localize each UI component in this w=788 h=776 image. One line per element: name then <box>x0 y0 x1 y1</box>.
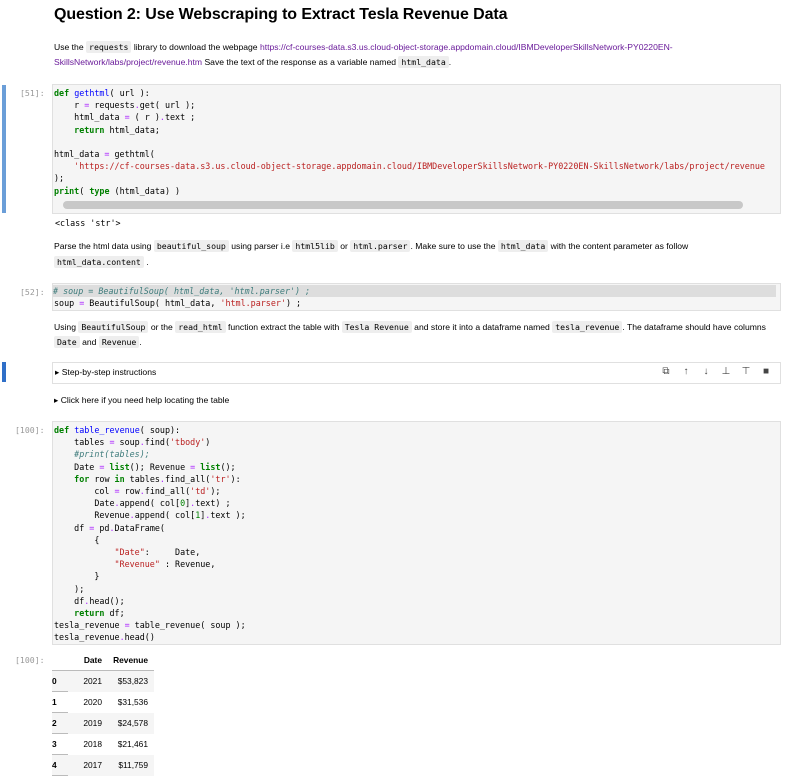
inline-code: html_data <box>398 56 449 68</box>
markdown-instructions-1: Use the requests library to download the… <box>54 41 673 68</box>
selected-cell-indicator <box>2 362 6 382</box>
code-editor[interactable]: def table_revenue( soup): tables = soup.… <box>54 424 246 644</box>
cell-prompt: [51]: <box>20 88 45 98</box>
table-row: 0 2021 $53,823 <box>52 670 154 692</box>
cell-prompt: [100]: <box>15 655 45 665</box>
code-editor[interactable]: def gethtml( url ): r = requests.get( ur… <box>54 87 765 197</box>
insert-below-icon[interactable]: ⊤ <box>736 366 756 377</box>
delete-icon[interactable]: ■ <box>756 366 776 377</box>
markdown-instructions-2: Parse the html data using beautiful_soup… <box>54 240 689 268</box>
table-row: 2 2019 $24,578 <box>52 712 154 734</box>
table-row: 4 2017 $11,759 <box>52 754 154 776</box>
inline-code: requests <box>86 41 132 53</box>
collapsed-cell-step-by-step[interactable]: ▸ Step-by-step instructions ⧉ ↑ ↓ ⊥ ⊤ ■ <box>52 362 781 384</box>
table-row: 1 2020 $31,536 <box>52 691 154 713</box>
code-cell-table-revenue[interactable]: def table_revenue( soup): tables = soup.… <box>52 421 781 645</box>
insert-above-icon[interactable]: ⊥ <box>716 366 736 377</box>
duplicate-icon[interactable]: ⧉ <box>656 366 676 377</box>
move-up-icon[interactable]: ↑ <box>676 366 696 377</box>
active-cell-indicator <box>2 85 6 213</box>
code-line[interactable]: soup = BeautifulSoup( html_data, 'html.p… <box>54 297 301 309</box>
cell-output: <class 'str'> <box>55 218 121 228</box>
section-heading: Question 2: Use Webscraping to Extract T… <box>54 6 508 23</box>
column-header: Revenue <box>108 650 154 671</box>
dataframe-output: Date Revenue 0 2021 $53,823 1 2020 $31,536 2… <box>52 650 154 776</box>
column-header: Date <box>68 650 108 671</box>
move-down-icon[interactable]: ↓ <box>696 366 716 377</box>
cell-toolbar: ⧉ ↑ ↓ ⊥ ⊤ ■ <box>656 366 776 377</box>
code-line-comment[interactable]: # soup = BeautifulSoup( html_data, 'html… <box>53 285 776 298</box>
code-cell-gethtml[interactable]: def gethtml( url ): r = requests.get( ur… <box>52 84 781 214</box>
markdown-instructions-3: Using BeautifulSoup or the read_html fun… <box>54 321 766 348</box>
table-row: 3 2018 $21,461 <box>52 733 154 755</box>
cell-prompt: [100]: <box>15 425 45 435</box>
cell-prompt: [52]: <box>20 287 45 297</box>
disclosure-summary[interactable]: ▸ Step-by-step instructions <box>55 367 156 378</box>
horizontal-scrollbar[interactable] <box>63 201 743 209</box>
disclosure-summary-help[interactable]: ▸ Click here if you need help locating t… <box>54 395 229 406</box>
code-cell-soup[interactable]: # soup = BeautifulSoup( html_data, 'html… <box>52 283 781 311</box>
